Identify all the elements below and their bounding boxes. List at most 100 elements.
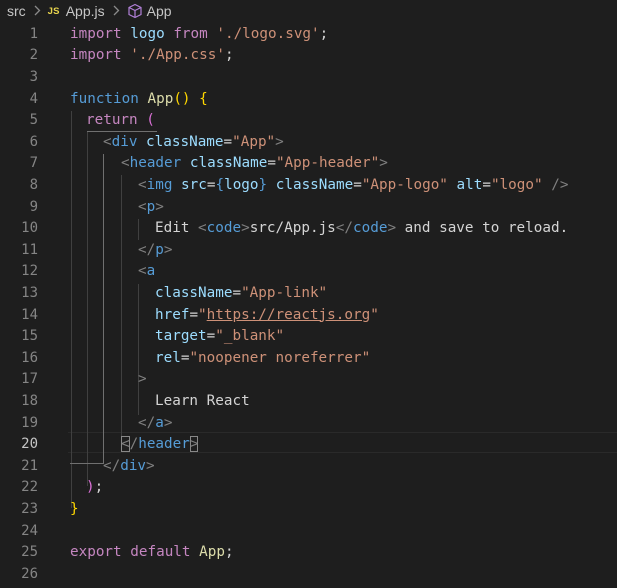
token-attribute: className (146, 133, 224, 150)
token-attribute: target (155, 328, 207, 345)
line-number: 13 (21, 284, 38, 301)
code-line: 23 } (0, 498, 617, 520)
token-variable: logo (224, 176, 259, 193)
code-line: 24 (0, 520, 617, 542)
token-string: "logo" (490, 176, 543, 193)
code-line: 4 function App() { (0, 88, 617, 110)
token-punctuation: > (387, 220, 397, 237)
line-number: 5 (29, 112, 38, 129)
breadcrumb-file-label: App.js (65, 3, 105, 19)
token-tag: div (120, 457, 147, 474)
token-punctuation: </ (335, 220, 353, 237)
code-line: 21 </div> (0, 455, 617, 477)
token-tag: p (146, 198, 156, 215)
token-string: "App-header" (275, 155, 380, 172)
token-punctuation: > (163, 414, 173, 431)
token-url-link[interactable]: https://reactjs.org (207, 307, 371, 323)
token-tag: img (146, 176, 173, 193)
token-attribute: alt (456, 176, 483, 193)
code-line: 26 (0, 563, 617, 585)
token-string: './logo.svg' (216, 25, 320, 42)
code-line: 8 <img src={logo} className="App-logo" a… (0, 174, 617, 196)
line-number: 7 (29, 155, 38, 172)
token-punctuation: = (482, 176, 491, 193)
code-line: 9 <p> (0, 196, 617, 218)
token-keyword: function (70, 90, 139, 107)
code-line: 18 Learn React (0, 390, 617, 412)
line-number: 3 (29, 68, 38, 85)
token-string: "_blank" (215, 328, 285, 345)
token-punctuation: ; (319, 25, 329, 42)
breadcrumb-symbol-app[interactable]: App (127, 3, 172, 19)
code-line: 12 <a (0, 261, 617, 283)
token-punctuation: ; (224, 47, 234, 64)
code-line: 19 </a> (0, 412, 617, 434)
line-number: 15 (21, 328, 38, 345)
token-tag: p (155, 241, 164, 258)
breadcrumb-file-app-js[interactable]: JS App.js (48, 3, 105, 19)
code-line-active: 20 </header> (0, 433, 617, 455)
cube-icon (127, 3, 143, 19)
token-punctuation: < (103, 133, 112, 150)
line-number: 17 (21, 371, 38, 388)
token-punctuation: < (138, 176, 147, 193)
token-punctuation: </ (103, 457, 121, 474)
token-punctuation: /> (551, 176, 569, 193)
javascript-file-icon: JS (47, 5, 60, 17)
line-number: 10 (21, 220, 38, 237)
token-punctuation: = (223, 133, 233, 150)
token-string: " (198, 306, 207, 323)
code-line: 10 Edit <code>src/App.js</code> and save… (0, 217, 617, 239)
token-string: './App.css' (130, 47, 225, 64)
token-tag: code (206, 220, 242, 237)
line-number: 24 (21, 522, 38, 539)
breadcrumb-folder-label: src (7, 3, 26, 19)
token-punctuation: = (232, 284, 242, 301)
token-bracket: { (199, 90, 208, 107)
token-punctuation: = (353, 176, 362, 193)
token-punctuation: ; (94, 479, 104, 496)
line-number: 22 (21, 479, 38, 496)
token-string: "noopener noreferrer" (189, 349, 371, 366)
token-bracket: } (258, 176, 268, 193)
token-tag: header (138, 436, 190, 453)
chevron-right-icon (113, 3, 120, 19)
token-variable: logo (130, 25, 165, 42)
token-bracket: { (215, 176, 225, 193)
token-punctuation: ; (224, 544, 234, 561)
token-keyword: default (130, 544, 191, 561)
line-number: 16 (21, 349, 38, 366)
code-line: 3 (0, 66, 617, 88)
token-bracket: } (70, 500, 79, 517)
token-keyword: export (70, 544, 122, 561)
token-punctuation: < (121, 155, 130, 172)
token-text: and save to reload. (396, 220, 569, 237)
token-bracket: () (173, 90, 191, 107)
token-punctuation: > (379, 155, 388, 172)
line-number: 23 (21, 500, 38, 517)
token-string: "App-logo" (361, 176, 448, 193)
line-number: 19 (21, 414, 38, 431)
token-bracket-match: > (189, 436, 199, 453)
token-string: "App-link" (241, 284, 328, 301)
line-number: 26 (21, 565, 38, 582)
code-line: 7 <header className="App-header"> (0, 153, 617, 175)
token-punctuation: < (198, 220, 207, 237)
breadcrumb-folder-src[interactable]: src (7, 3, 26, 19)
code-line: 11 </p> (0, 239, 617, 261)
token-attribute: rel (155, 349, 181, 366)
code-line: 15 target="_blank" (0, 325, 617, 347)
line-number: 2 (29, 47, 38, 64)
breadcrumb: src JS App.js App (0, 0, 617, 22)
line-number: 8 (29, 176, 38, 193)
code-editor[interactable]: 1 import logo from './logo.svg'; 2 impor… (0, 22, 617, 588)
token-text: Edit (155, 220, 199, 237)
token-string: "App" (232, 133, 276, 150)
token-keyword: return (86, 112, 138, 129)
token-punctuation: = (206, 328, 216, 345)
token-attribute: className (189, 155, 268, 172)
line-number: 11 (21, 241, 38, 258)
chevron-right-icon (34, 3, 41, 19)
token-keyword: import (70, 47, 122, 64)
token-punctuation: > (241, 220, 250, 237)
